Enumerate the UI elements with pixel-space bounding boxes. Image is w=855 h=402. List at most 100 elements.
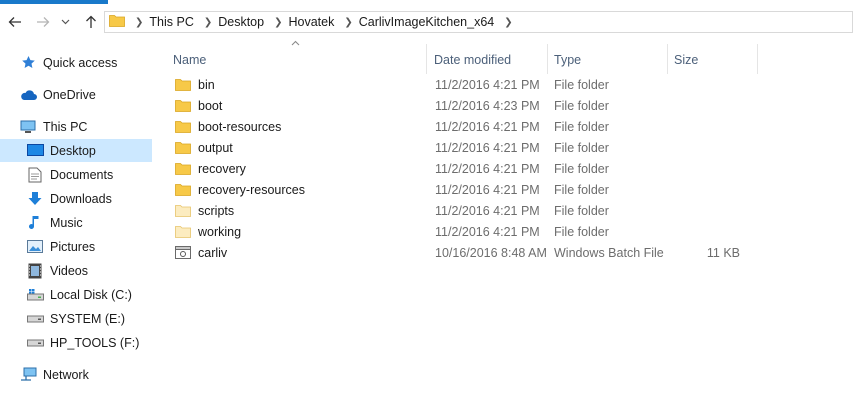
file-name: recovery-resources <box>198 182 305 197</box>
table-row[interactable]: bin 11/2/2016 4:21 PM File folder <box>170 74 760 95</box>
nav-item-label: SYSTEM (E:) <box>50 311 126 326</box>
chevron-down-icon <box>61 19 69 25</box>
file-name: output <box>198 140 233 155</box>
nav-item-local-disk-c[interactable]: Local Disk (C:) <box>0 283 152 306</box>
table-row[interactable]: working 11/2/2016 4:21 PM File folder <box>170 221 760 242</box>
file-type: File folder <box>554 140 609 155</box>
file-name: boot-resources <box>198 119 282 134</box>
file-type: File folder <box>554 203 609 218</box>
column-header-size[interactable]: Size <box>674 45 754 75</box>
folder-icon <box>175 78 191 92</box>
nav-item-label: OneDrive <box>43 87 96 102</box>
column-divider[interactable] <box>667 44 668 74</box>
navigation-bar: ❯ This PC ❯ Desktop ❯ Hovatek ❯ CarlivIm… <box>0 8 855 36</box>
file-name: scripts <box>198 203 235 218</box>
nav-item-quick-access[interactable]: Quick access <box>0 51 152 74</box>
table-row[interactable]: output 11/2/2016 4:21 PM File folder <box>170 137 760 158</box>
navigation-pane: Quick access OneDrive This PC Desktop Do… <box>0 44 155 402</box>
file-name: boot <box>198 98 223 113</box>
nav-item-pictures[interactable]: Pictures <box>0 235 152 258</box>
film-icon <box>26 263 44 279</box>
file-name: carliv <box>198 245 228 260</box>
pictures-icon <box>26 239 44 255</box>
nav-item-label: Videos <box>50 263 88 278</box>
nav-item-network[interactable]: Network <box>0 363 152 386</box>
nav-item-documents[interactable]: Documents <box>0 163 152 186</box>
batch-file-icon <box>175 246 191 260</box>
nav-item-label: Network <box>43 367 89 382</box>
table-row[interactable]: scripts 11/2/2016 4:21 PM File folder <box>170 200 760 221</box>
empty-folder-icon <box>175 225 191 239</box>
date-modified: 11/2/2016 4:21 PM <box>435 140 540 155</box>
desktop-icon <box>26 143 44 159</box>
table-row[interactable]: boot-resources 11/2/2016 4:21 PM File fo… <box>170 116 760 137</box>
table-row[interactable]: boot 11/2/2016 4:23 PM File folder <box>170 95 760 116</box>
star-icon <box>19 55 37 71</box>
nav-item-label: Downloads <box>50 191 112 206</box>
breadcrumb-item[interactable]: CarlivImageKitchen_x64 <box>359 15 495 29</box>
nav-item-label: Documents <box>50 167 114 182</box>
nav-item-videos[interactable]: Videos <box>0 259 152 282</box>
address-bar[interactable]: ❯ This PC ❯ Desktop ❯ Hovatek ❯ CarlivIm… <box>104 11 853 33</box>
file-type: File folder <box>554 161 609 176</box>
folder-icon <box>175 141 191 155</box>
column-divider[interactable] <box>757 44 758 74</box>
date-modified: 11/2/2016 4:21 PM <box>435 224 540 239</box>
active-tab-indicator <box>0 0 108 4</box>
cloud-icon <box>19 87 37 103</box>
file-type: File folder <box>554 182 609 197</box>
nav-item-desktop[interactable]: Desktop <box>0 139 152 162</box>
breadcrumb-separator-icon[interactable]: ❯ <box>344 17 352 28</box>
back-arrow-icon <box>8 17 21 27</box>
column-header-name[interactable]: Name <box>173 45 423 75</box>
documents-icon <box>26 167 44 183</box>
date-modified: 10/16/2016 8:48 AM <box>435 245 547 260</box>
nav-item-label: Pictures <box>50 239 96 254</box>
drive-windows-icon <box>26 287 44 303</box>
breadcrumb-item[interactable]: Hovatek <box>288 15 334 29</box>
date-modified: 11/2/2016 4:21 PM <box>435 203 540 218</box>
nav-item-label: Quick access <box>43 55 118 70</box>
folder-icon <box>175 99 191 113</box>
recent-locations-button[interactable] <box>58 12 72 32</box>
nav-item-music[interactable]: Music <box>0 211 152 234</box>
breadcrumb-separator-icon[interactable]: ❯ <box>504 17 512 28</box>
file-type: File folder <box>554 224 609 239</box>
nav-item-onedrive[interactable]: OneDrive <box>0 83 152 106</box>
table-row[interactable]: carliv 10/16/2016 8:48 AM Windows Batch … <box>170 242 760 263</box>
nav-item-label: Local Disk (C:) <box>50 287 132 302</box>
back-button[interactable] <box>5 12 25 32</box>
breadcrumb-item[interactable]: This PC <box>149 15 193 29</box>
file-size: 11 KB <box>706 245 740 260</box>
table-row[interactable]: recovery-resources 11/2/2016 4:21 PM Fil… <box>170 179 760 200</box>
up-button[interactable] <box>81 12 101 32</box>
breadcrumb-separator-icon[interactable]: ❯ <box>274 17 282 28</box>
breadcrumb-separator-icon: ❯ <box>135 16 144 28</box>
file-type: File folder <box>554 77 609 92</box>
up-arrow-icon <box>86 15 96 28</box>
breadcrumb-item[interactable]: Desktop <box>218 15 264 29</box>
date-modified: 11/2/2016 4:21 PM <box>435 182 540 197</box>
date-modified: 11/2/2016 4:21 PM <box>435 119 540 134</box>
computer-icon <box>19 119 37 135</box>
file-list: Name Date modified Type Size bin 11/2/20… <box>160 40 855 402</box>
nav-item-system-e[interactable]: SYSTEM (E:) <box>0 307 152 330</box>
file-type: File folder <box>554 119 609 134</box>
table-row[interactable]: recovery 11/2/2016 4:21 PM File folder <box>170 158 760 179</box>
nav-item-hp-tools-f[interactable]: HP_TOOLS (F:) <box>0 331 152 354</box>
column-header-type[interactable]: Type <box>554 45 664 75</box>
nav-item-label: Desktop <box>50 143 96 158</box>
column-divider[interactable] <box>426 44 427 74</box>
file-type: File folder <box>554 98 609 113</box>
nav-item-downloads[interactable]: Downloads <box>0 187 152 210</box>
forward-button[interactable] <box>33 12 53 32</box>
nav-item-this-pc[interactable]: This PC <box>0 115 152 138</box>
file-type: Windows Batch File <box>554 245 664 260</box>
column-header-date-modified[interactable]: Date modified <box>434 45 544 75</box>
file-name: working <box>198 224 242 239</box>
column-divider[interactable] <box>547 44 548 74</box>
folder-icon <box>175 183 191 197</box>
network-icon <box>19 367 37 383</box>
file-name: recovery <box>198 161 246 176</box>
breadcrumb-separator-icon[interactable]: ❯ <box>204 17 212 28</box>
